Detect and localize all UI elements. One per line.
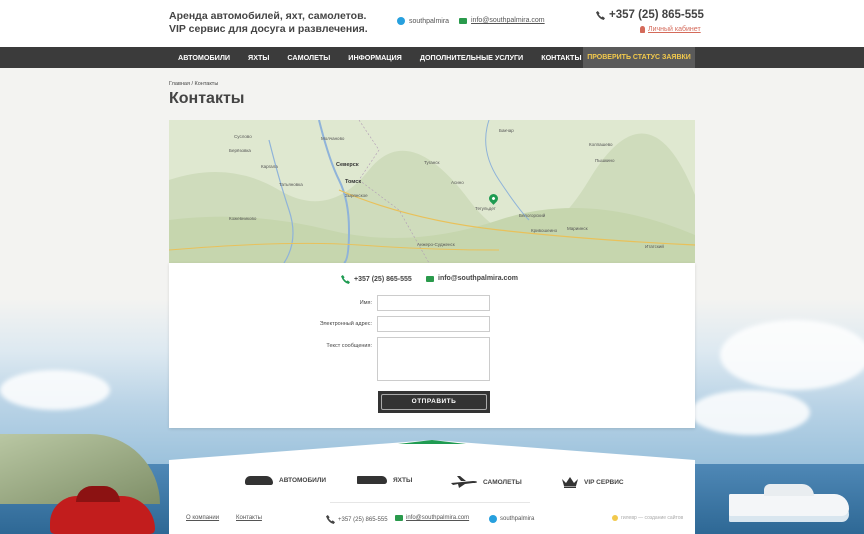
footer-email[interactable]: info@southpalmira.com [395, 515, 469, 521]
footer-link-about[interactable]: О компании [186, 515, 219, 521]
map-label: Итатский [645, 244, 664, 249]
mail-icon [395, 515, 403, 521]
name-input[interactable] [377, 295, 490, 311]
map-label: Кривошеино [531, 228, 558, 233]
map-label: Туганск [424, 160, 440, 165]
location-map[interactable]: Суслово Берёзовка Молчаново Бакчар Колпа… [169, 120, 695, 263]
contact-email[interactable]: info@southpalmira.com [426, 275, 518, 282]
map-label: Бакчар [499, 128, 514, 133]
yacht-icon [357, 476, 387, 484]
cloud [690, 390, 810, 435]
user-icon [640, 26, 645, 33]
nav-item-extra-services[interactable]: Дополнительные услуги [411, 53, 532, 62]
mail-icon [459, 17, 467, 24]
motor-yacht-image [729, 484, 849, 516]
site-header: Аренда автомобилей, яхт, самолетов. VIP … [0, 0, 864, 47]
name-label: Имя: [359, 300, 372, 306]
submit-button[interactable]: ОТПРАВИТЬ [378, 391, 490, 413]
footer-category-label: VIP сервис [584, 478, 624, 486]
map-label: Анжеро-Судженск [417, 242, 455, 247]
map-label: Суслово [234, 134, 252, 139]
contact-phone-number: +357 (25) 865-555 [354, 276, 412, 283]
map-label: Зырянское [345, 193, 368, 198]
email-input[interactable] [377, 316, 490, 332]
map-label: Белогорский [519, 213, 546, 218]
plane-icon [451, 476, 477, 488]
car-icon [245, 476, 273, 485]
map-label: Татьяновка [279, 182, 303, 187]
message-textarea[interactable] [377, 337, 490, 381]
breadcrumb[interactable]: Главная / Контакты [169, 81, 218, 87]
nav-item-yachts[interactable]: Яхты [239, 53, 278, 62]
site-tagline: Аренда автомобилей, яхт, самолетов. VIP … [169, 10, 368, 36]
footer-email-link[interactable]: info@southpalmira.com [406, 515, 469, 521]
footer-divider [330, 502, 530, 503]
map-label: Северск [336, 162, 359, 168]
footer-phone[interactable]: +357 (25) 865-555 [326, 515, 388, 524]
map-label: Томск [345, 179, 362, 185]
footer-link-contacts[interactable]: Контакты [236, 515, 262, 521]
footer-category-label: Автомобили [279, 477, 327, 484]
map-label: Берёзовка [229, 148, 251, 153]
header-phone[interactable]: +357 (25) 865-555 [596, 9, 704, 21]
map-label: Кожевниково [229, 216, 257, 221]
footer-category-cars[interactable]: Автомобили [245, 476, 326, 485]
footer-category-label: Яхты [393, 476, 413, 484]
nav-items: Автомобили Яхты Самолеты Информация Допо… [169, 47, 608, 68]
message-label: Текст сообщения: [326, 343, 372, 349]
footer-phone-number: +357 (25) 865-555 [338, 516, 388, 523]
phone-icon [326, 515, 335, 524]
phone-icon [596, 10, 605, 20]
header-email-link[interactable]: info@southpalmira.com [471, 17, 545, 24]
mail-icon [426, 275, 434, 282]
footer-skype[interactable]: southpalmira [489, 515, 534, 523]
main-navigation: Автомобили Яхты Самолеты Информация Допо… [0, 47, 864, 68]
header-skype[interactable]: southpalmira [397, 17, 449, 25]
header-skype-text: southpalmira [409, 17, 450, 25]
footer-skype-text: southpalmira [500, 516, 535, 522]
nav-item-contacts[interactable]: Контакты [532, 53, 590, 62]
footer-category-label: Самолеты [483, 478, 522, 486]
map-label: Мариинск [567, 226, 588, 231]
footer-category-planes[interactable]: Самолеты [451, 476, 522, 488]
cloud [0, 370, 110, 410]
contact-phone[interactable]: +357 (25) 865-555 [341, 275, 412, 284]
personal-cabinet-link[interactable]: Личный кабинет [640, 26, 701, 33]
submit-button-label: ОТПРАВИТЬ [381, 394, 487, 410]
map-label: Асино [451, 180, 464, 185]
phone-icon [341, 275, 350, 284]
email-label: Электронный адрес: [319, 321, 372, 327]
header-phone-number: +357 (25) 865-555 [609, 9, 704, 21]
personal-cabinet-label: Личный кабинет [648, 26, 701, 33]
map-label: Колпашево [589, 142, 613, 147]
crown-icon [562, 477, 578, 488]
site-credit[interactable]: гилевр — создание сайтов [612, 515, 683, 521]
header-email[interactable]: info@southpalmira.com [459, 17, 545, 24]
nav-item-info[interactable]: Информация [339, 53, 411, 62]
map-label: Пышкино [595, 158, 615, 163]
contact-email-address: info@southpalmira.com [438, 275, 518, 282]
skype-icon [397, 17, 405, 25]
map-label: Тегульдет [475, 206, 496, 211]
cloud [720, 320, 864, 390]
red-sports-car-image [50, 486, 155, 534]
tagline-line-1: Аренда автомобилей, яхт, самолетов. [169, 10, 367, 22]
credit-text: гилевр — создание сайтов [621, 515, 684, 521]
developer-logo-icon [612, 515, 618, 521]
map-label: Каргала [261, 164, 278, 169]
skype-icon [489, 515, 497, 523]
nav-item-planes[interactable]: Самолеты [278, 53, 339, 62]
nav-item-cars[interactable]: Автомобили [169, 53, 239, 62]
check-request-status-button[interactable]: Проверить статус заявки [583, 47, 695, 68]
page-title: Контакты [169, 90, 245, 107]
footer-category-yachts[interactable]: Яхты [357, 476, 412, 484]
tagline-line-2: VIP сервис для досуга и развлечения. [169, 23, 368, 35]
footer-category-vip[interactable]: VIP сервис [562, 476, 624, 488]
map-label: Молчаново [321, 136, 345, 141]
